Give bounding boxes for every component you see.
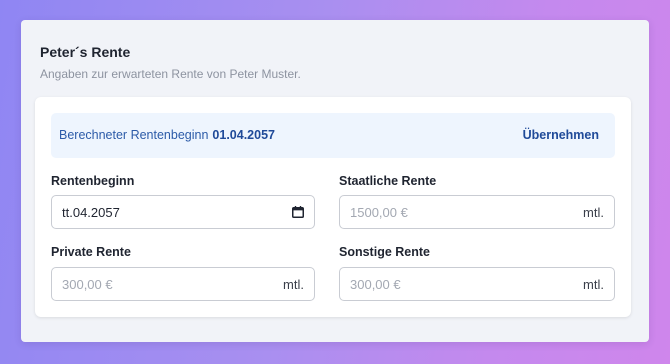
rentenbeginn-value: tt.04.2057 [62,205,120,220]
apply-button[interactable]: Übernehmen [523,128,599,142]
pension-card: Peter´s Rente Angaben zur erwarteten Ren… [21,20,649,342]
staatliche-rente-suffix: mtl. [583,205,604,220]
card-subtitle: Angaben zur erwarteten Rente von Peter M… [40,67,301,81]
private-rente-placeholder: 300,00 € [62,277,113,292]
banner-date: 01.04.2057 [212,128,275,142]
pension-form-panel: Berechneter Rentenbeginn 01.04.2057 Übern… [35,97,631,317]
sonstige-rente-label: Sonstige Rente [339,245,430,259]
staatliche-rente-input[interactable]: 1500,00 € mtl. [339,195,615,229]
private-rente-label: Private Rente [51,245,131,259]
sonstige-rente-placeholder: 300,00 € [350,277,401,292]
calculated-start-banner: Berechneter Rentenbeginn 01.04.2057 Übern… [51,113,615,158]
banner-label: Berechneter Rentenbeginn [59,128,209,142]
staatliche-rente-placeholder: 1500,00 € [350,205,408,220]
staatliche-rente-label: Staatliche Rente [339,174,437,188]
rentenbeginn-date-input[interactable]: tt.04.2057 [51,195,315,229]
banner-text: Berechneter Rentenbeginn 01.04.2057 [59,128,275,142]
sonstige-rente-suffix: mtl. [583,277,604,292]
calendar-icon[interactable] [292,206,304,218]
sonstige-rente-input[interactable]: 300,00 € mtl. [339,267,615,301]
rentenbeginn-label: Rentenbeginn [51,174,135,188]
private-rente-input[interactable]: 300,00 € mtl. [51,267,315,301]
private-rente-suffix: mtl. [283,277,304,292]
card-title: Peter´s Rente [40,44,131,60]
